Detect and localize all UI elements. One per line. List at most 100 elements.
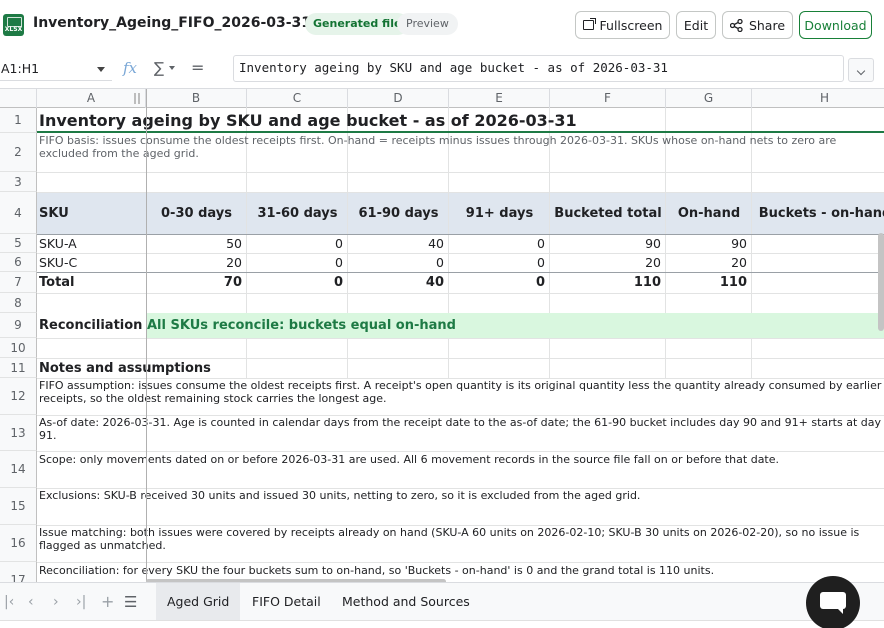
row-header-9[interactable]: 9 bbox=[0, 313, 37, 338]
table-cell[interactable]: 20 bbox=[146, 253, 247, 272]
header-61-90[interactable]: 61-90 days bbox=[348, 192, 449, 234]
spreadsheet-grid[interactable]: A B C D E F G H 1 2 3 4 5 6 7 8 9 10 11 bbox=[0, 88, 884, 582]
share-icon bbox=[729, 18, 743, 32]
row-header-3[interactable]: 3 bbox=[0, 172, 37, 192]
table-row-sku[interactable]: SKU-A bbox=[39, 234, 77, 253]
sheet-title[interactable]: Inventory ageing by SKU and age bucket -… bbox=[39, 108, 577, 133]
table-row-sku[interactable]: SKU-C bbox=[39, 253, 77, 272]
chat-icon[interactable] bbox=[806, 576, 860, 628]
sum-dropdown-icon[interactable] bbox=[169, 66, 175, 70]
table-cell[interactable]: 20 bbox=[666, 253, 752, 272]
download-label: Download bbox=[804, 17, 867, 33]
row-header-6[interactable]: 6 bbox=[0, 253, 37, 272]
reconciliation-label[interactable]: Reconciliation bbox=[39, 313, 142, 338]
row-header-14[interactable]: 14 bbox=[0, 451, 37, 488]
last-sheet-icon[interactable]: ›| bbox=[76, 594, 86, 610]
share-label: Share bbox=[748, 17, 786, 33]
sheet-subtitle[interactable]: FIFO basis: issues consume the oldest re… bbox=[39, 134, 884, 160]
name-box-dropdown-icon[interactable] bbox=[97, 67, 105, 72]
row-header-17[interactable]: 17 bbox=[0, 562, 37, 582]
note-scope[interactable]: Scope: only movements dated on or before… bbox=[39, 453, 884, 466]
row-header-8[interactable]: 8 bbox=[0, 293, 37, 313]
row-header-15[interactable]: 15 bbox=[0, 488, 37, 525]
fullscreen-icon bbox=[582, 18, 596, 30]
gridline bbox=[37, 562, 884, 563]
file-icon-label: XLSX bbox=[4, 26, 23, 33]
notes-heading[interactable]: Notes and assumptions bbox=[39, 358, 211, 378]
tab-method-and-sources[interactable]: Method and Sources bbox=[331, 583, 481, 620]
row-header-10[interactable]: 10 bbox=[0, 338, 37, 358]
note-issue-matching[interactable]: Issue matching: both issues were covered… bbox=[39, 526, 884, 552]
header-on-hand[interactable]: On-hand bbox=[666, 192, 752, 234]
select-all-corner[interactable] bbox=[0, 89, 37, 108]
row-header-16[interactable]: 16 bbox=[0, 525, 37, 562]
vertical-scrollbar[interactable] bbox=[878, 233, 884, 331]
name-box[interactable]: A1:H1 bbox=[0, 57, 112, 81]
expand-formula-icon[interactable] bbox=[848, 58, 874, 82]
edit-button[interactable]: Edit bbox=[676, 11, 716, 39]
total-cell[interactable]: 0 bbox=[449, 272, 550, 293]
row-header-2[interactable]: 2 bbox=[0, 133, 37, 172]
header-sku[interactable]: SKU bbox=[39, 192, 139, 234]
table-cell[interactable]: 90 bbox=[666, 234, 752, 253]
function-icon[interactable]: fx bbox=[123, 59, 137, 77]
column-header-g[interactable]: G bbox=[666, 89, 752, 108]
note-fifo[interactable]: FIFO assumption: issues consume the olde… bbox=[39, 379, 884, 405]
column-header-h[interactable]: H bbox=[752, 89, 884, 108]
table-cell[interactable]: 0 bbox=[449, 253, 550, 272]
fullscreen-label: Fullscreen bbox=[599, 17, 663, 33]
freeze-handle-icon[interactable] bbox=[134, 93, 140, 104]
row-header-7[interactable]: 7 bbox=[0, 272, 37, 293]
top-bar: XLSX Inventory_Ageing_FIFO_2026-03-31.xl… bbox=[0, 0, 884, 50]
sheet-tab-bar: |‹ ‹ › ›| + ☰ Aged Grid FIFO Detail Meth… bbox=[0, 582, 884, 620]
total-cell[interactable]: 110 bbox=[550, 272, 666, 293]
header-91-plus[interactable]: 91+ days bbox=[449, 192, 550, 234]
download-button[interactable]: Download bbox=[799, 11, 872, 39]
bottom-edge bbox=[0, 620, 884, 628]
total-label[interactable]: Total bbox=[39, 272, 75, 293]
header-31-60[interactable]: 31-60 days bbox=[247, 192, 348, 234]
column-header-d[interactable]: D bbox=[348, 89, 449, 108]
column-header-a[interactable]: A bbox=[37, 89, 146, 108]
add-sheet-icon[interactable]: + bbox=[101, 592, 114, 611]
table-cell[interactable]: 40 bbox=[348, 234, 449, 253]
tab-aged-grid[interactable]: Aged Grid bbox=[156, 583, 241, 620]
tab-fifo-detail[interactable]: FIFO Detail bbox=[241, 583, 332, 620]
share-button[interactable]: Share bbox=[722, 11, 793, 39]
row-header-5[interactable]: 5 bbox=[0, 234, 37, 253]
row-header-12[interactable]: 12 bbox=[0, 378, 37, 415]
table-cell[interactable]: 20 bbox=[550, 253, 666, 272]
sum-icon[interactable]: ∑ bbox=[154, 59, 164, 77]
total-cell[interactable]: 40 bbox=[348, 272, 449, 293]
header-0-30[interactable]: 0-30 days bbox=[146, 192, 247, 234]
total-cell[interactable]: 110 bbox=[666, 272, 752, 293]
row-header-4[interactable]: 4 bbox=[0, 192, 37, 234]
reconciliation-status[interactable]: All SKUs reconcile: buckets equal on-han… bbox=[147, 313, 456, 338]
table-cell[interactable]: 0 bbox=[449, 234, 550, 253]
row-header-1[interactable]: 1 bbox=[0, 108, 37, 133]
row-header-13[interactable]: 13 bbox=[0, 415, 37, 451]
table-cell[interactable]: 50 bbox=[146, 234, 247, 253]
header-bucketed-total[interactable]: Bucketed total bbox=[550, 192, 666, 234]
column-header-e[interactable]: E bbox=[449, 89, 550, 108]
note-as-of-date[interactable]: As-of date: 2026-03-31. Age is counted i… bbox=[39, 416, 884, 442]
column-header-f[interactable]: F bbox=[550, 89, 666, 108]
formula-input[interactable]: Inventory ageing by SKU and age bucket -… bbox=[233, 55, 844, 82]
total-cell[interactable]: 0 bbox=[247, 272, 348, 293]
fullscreen-button[interactable]: Fullscreen bbox=[575, 11, 670, 39]
sheet-list-icon[interactable]: ☰ bbox=[124, 593, 137, 611]
table-cell[interactable]: 0 bbox=[348, 253, 449, 272]
row-header-11[interactable]: 11 bbox=[0, 358, 37, 378]
column-header-b[interactable]: B bbox=[146, 89, 247, 108]
table-cell[interactable]: 0 bbox=[247, 253, 348, 272]
total-cell[interactable]: 70 bbox=[146, 272, 247, 293]
table-cell[interactable]: 90 bbox=[550, 234, 666, 253]
note-reconciliation[interactable]: Reconciliation: for every SKU the four b… bbox=[39, 564, 884, 577]
note-exclusions[interactable]: Exclusions: SKU-B received 30 units and … bbox=[39, 489, 884, 502]
previous-sheet-icon[interactable]: ‹ bbox=[28, 594, 34, 610]
first-sheet-icon[interactable]: |‹ bbox=[4, 594, 14, 610]
table-cell[interactable]: 0 bbox=[247, 234, 348, 253]
header-buckets-minus-on-hand[interactable]: Buckets - on-hand bbox=[752, 192, 884, 234]
next-sheet-icon[interactable]: › bbox=[53, 594, 59, 610]
column-header-c[interactable]: C bbox=[247, 89, 348, 108]
